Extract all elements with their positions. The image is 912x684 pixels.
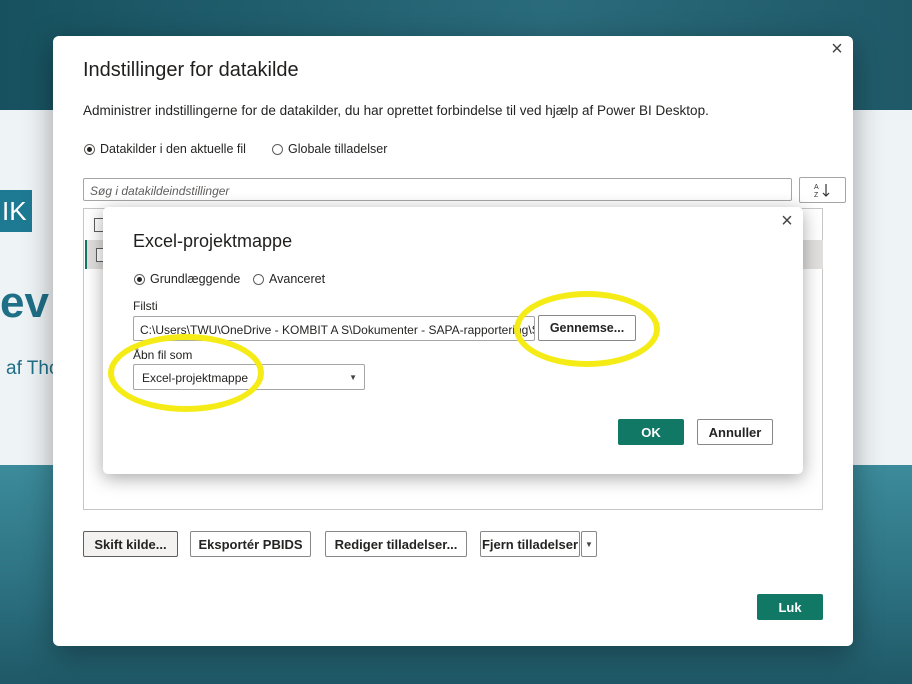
chevron-down-icon: ▼ <box>349 373 357 382</box>
open-as-label: Åbn fil som <box>133 348 193 362</box>
cancel-button[interactable]: Annuller <box>697 419 773 445</box>
svg-text:A: A <box>814 184 819 191</box>
radio-label: Globale tilladelser <box>288 142 388 156</box>
radio-current-file[interactable]: Datakilder i den aktuelle fil <box>84 142 246 156</box>
dialog-title: Indstillinger for datakilde <box>83 59 299 81</box>
radio-label: Datakilder i den aktuelle fil <box>100 142 246 156</box>
close-icon: × <box>781 210 793 232</box>
background-headline: ev <box>0 278 49 327</box>
file-path-label: Filsti <box>133 299 158 313</box>
radio-global-permissions[interactable]: Globale tilladelser <box>272 142 387 156</box>
svg-text:Z: Z <box>814 192 819 198</box>
open-as-select[interactable]: Excel-projektmappe ▼ <box>133 364 365 390</box>
radio-indicator <box>84 143 95 155</box>
inner-dialog-title: Excel-projektmappe <box>133 231 293 251</box>
close-button[interactable]: Luk <box>757 594 823 620</box>
radio-label: Grundlæggende <box>150 272 241 286</box>
radio-indicator <box>253 273 264 285</box>
open-as-value: Excel-projektmappe <box>142 371 249 385</box>
radio-indicator <box>134 273 145 285</box>
radio-label: Avanceret <box>269 272 326 286</box>
sort-az-icon: A Z <box>814 184 829 198</box>
change-source-button[interactable]: Skift kilde... <box>83 531 178 557</box>
radio-advanced[interactable]: Avanceret <box>253 272 325 286</box>
background-byline: af Tho <box>6 358 60 379</box>
ok-button[interactable]: OK <box>618 419 684 445</box>
search-input[interactable]: Søg i datakildeindstillinger <box>83 178 792 201</box>
edit-permissions-button[interactable]: Rediger tilladelser... <box>325 531 467 557</box>
close-icon: × <box>831 38 843 60</box>
sort-button[interactable]: A Z <box>799 177 846 203</box>
remove-permissions-dropdown[interactable]: ▼ <box>581 531 597 557</box>
radio-basic[interactable]: Grundlæggende <box>134 272 240 286</box>
file-path-input[interactable]: C:\Users\TWU\OneDrive - KOMBIT A S\Dokum… <box>133 316 535 341</box>
close-dialog-button[interactable]: × <box>828 38 846 60</box>
radio-indicator <box>272 143 283 155</box>
chevron-down-icon: ▼ <box>585 539 593 549</box>
remove-permissions-button[interactable]: Fjern tilladelser <box>480 531 580 557</box>
excel-workbook-dialog: × Excel-projektmappe Grundlæggende Avanc… <box>103 207 803 474</box>
browse-button[interactable]: Gennemse... <box>538 315 636 341</box>
export-pbids-button[interactable]: Eksportér PBIDS <box>190 531 311 557</box>
dialog-description: Administrer indstillingerne for de datak… <box>83 103 709 118</box>
close-inner-dialog-button[interactable]: × <box>778 210 796 232</box>
background-logo: IK <box>0 190 32 232</box>
